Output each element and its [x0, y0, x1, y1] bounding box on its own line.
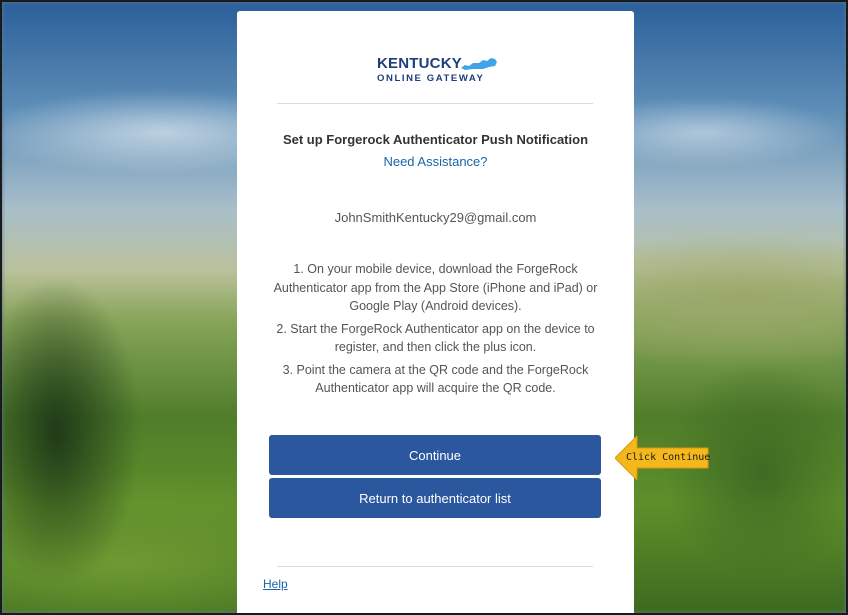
instruction-step-1: 1. On your mobile device, download the F…	[273, 262, 598, 313]
footer-divider	[277, 566, 593, 567]
callout-label: Click Continue	[626, 452, 711, 463]
continue-button[interactable]: Continue	[269, 435, 601, 475]
page-title: Set up Forgerock Authenticator Push Noti…	[282, 132, 589, 147]
kentucky-online-gateway-logo: KENTUCKY ONLINE GATEWAY	[377, 55, 497, 89]
user-email: JohnSmithKentucky29@gmail.com	[334, 210, 537, 225]
screenshot-frame: KENTUCKY ONLINE GATEWAY Set up Forgerock…	[0, 0, 848, 615]
instruction-step-3: 3. Point the camera at the QR code and t…	[282, 362, 589, 396]
kentucky-state-icon	[461, 58, 497, 70]
return-to-authenticator-list-button[interactable]: Return to authenticator list	[269, 478, 601, 518]
logo-line1: KENTUCKY	[377, 55, 462, 72]
help-link[interactable]: Help	[263, 577, 288, 591]
click-continue-annotation: Click Continue	[614, 434, 723, 482]
header-divider	[277, 103, 593, 104]
login-card: KENTUCKY ONLINE GATEWAY Set up Forgerock…	[237, 11, 634, 613]
setup-instructions: 1. On your mobile device, download the F…	[267, 260, 604, 402]
instruction-step-2: 2. Start the ForgeRock Authenticator app…	[276, 321, 595, 355]
need-assistance-link[interactable]: Need Assistance?	[237, 154, 634, 169]
logo-line2: ONLINE GATEWAY	[377, 73, 485, 84]
